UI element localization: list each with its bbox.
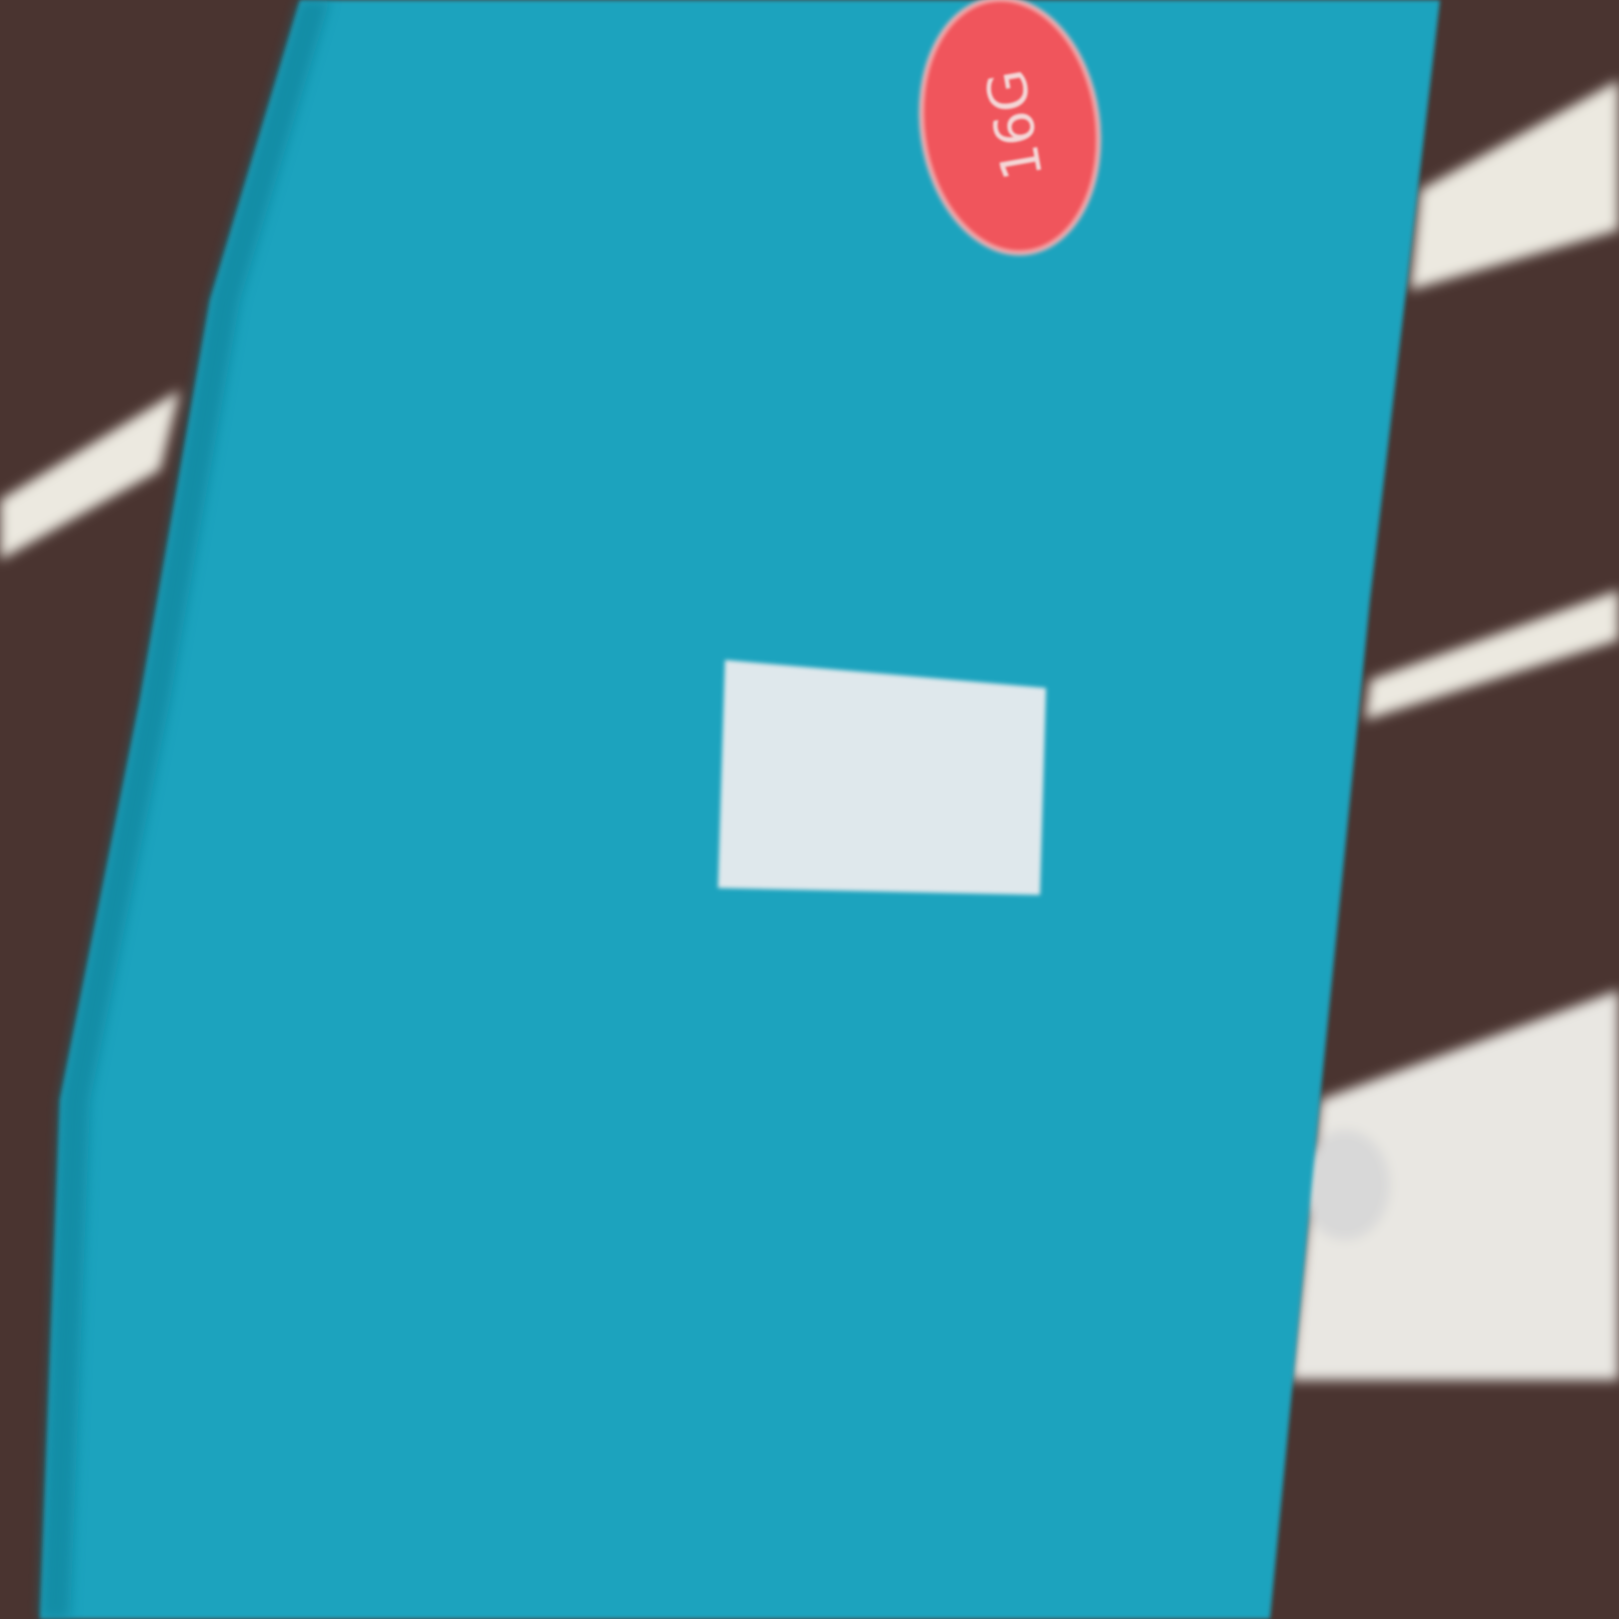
- white-label: [718, 660, 1046, 895]
- photo-scene: [0, 0, 1619, 1619]
